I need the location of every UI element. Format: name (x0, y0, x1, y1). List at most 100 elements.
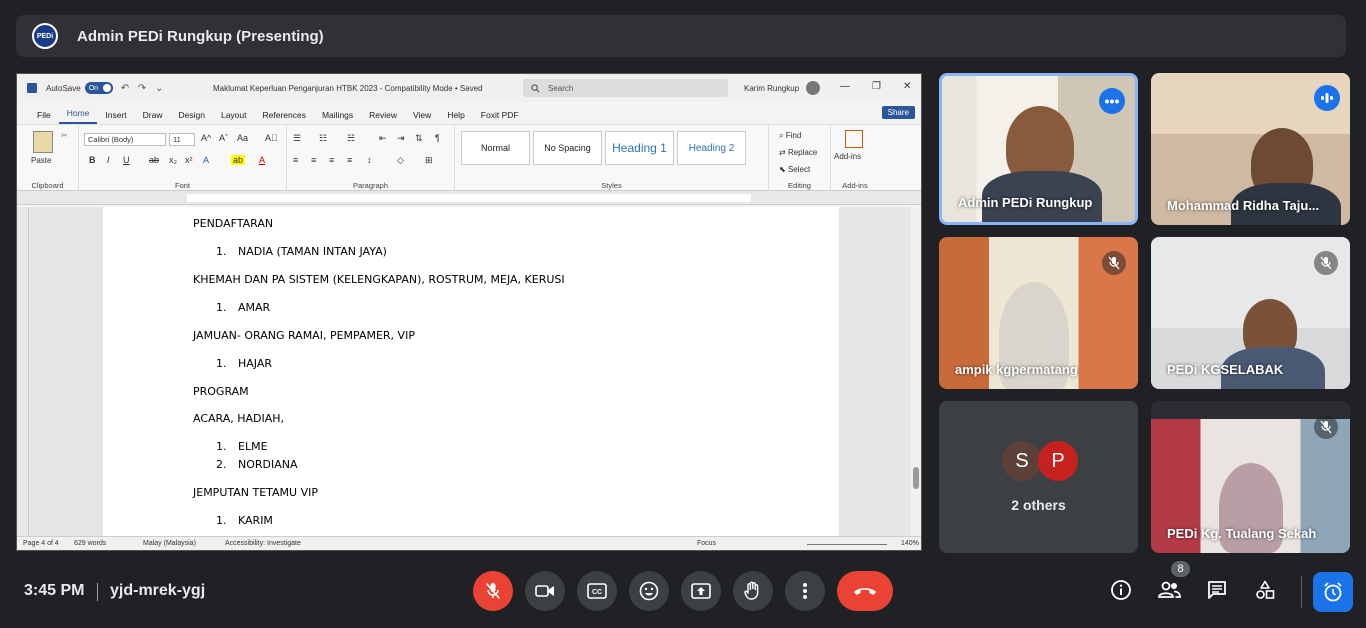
document-scrollbar[interactable] (911, 207, 921, 537)
paste-icon[interactable] (33, 131, 53, 153)
autosave-toggle[interactable]: On (84, 82, 113, 94)
present-screen-button[interactable] (681, 571, 721, 611)
change-case-icon[interactable]: Aa (237, 133, 248, 143)
increase-indent-icon[interactable]: ⇥ (397, 133, 405, 144)
justify-icon[interactable]: ≡ (347, 155, 352, 165)
word-search-box[interactable]: Search (523, 79, 728, 97)
more-options-button[interactable] (785, 571, 825, 611)
others-tile[interactable]: S P 2 others (939, 401, 1138, 553)
line-spacing-icon[interactable]: ↕ (367, 155, 372, 165)
tab-help[interactable]: Help (439, 110, 472, 124)
highlight-icon[interactable]: ab (231, 155, 246, 165)
presenting-title: Admin PEDi Rungkup (Presenting) (77, 27, 324, 45)
font-name-select[interactable]: Calibri (Body) (84, 133, 166, 146)
decrease-indent-icon[interactable]: ⇤ (379, 133, 387, 144)
tab-foxit-pdf[interactable]: Foxit PDF (473, 110, 527, 124)
participant-tile[interactable]: ampik kgpermatang (939, 237, 1138, 389)
tab-draw[interactable]: Draw (135, 110, 171, 124)
multilevel-list-icon[interactable]: ☵ (347, 133, 355, 144)
borders-icon[interactable]: ⊞ (425, 155, 433, 166)
font-size-select[interactable]: 11 (169, 133, 195, 146)
more-options-icon[interactable]: ••• (1099, 88, 1125, 114)
activities-button[interactable] (1249, 574, 1281, 606)
participant-tile[interactable]: Mohammad Ridha Taju... (1151, 73, 1350, 225)
strikethrough-icon[interactable]: ab (149, 155, 159, 165)
style-heading-2[interactable]: Heading 2 (677, 131, 746, 165)
select-button[interactable]: ⬉ Select (779, 165, 810, 174)
focus-mode-button[interactable]: Focus (697, 540, 716, 547)
subscript-icon[interactable]: x₂ (169, 155, 177, 165)
tab-references[interactable]: References (255, 110, 314, 124)
scrollbar-thumb[interactable] (913, 467, 919, 489)
document-page[interactable]: PENDAFTARAN 1. NADIA (TAMAN INTAN JAYA) K… (103, 207, 839, 537)
zoom-level[interactable]: 140% (901, 540, 919, 547)
tab-design[interactable]: Design (171, 110, 213, 124)
participant-tile[interactable]: ••• Admin PEDi Rungkup (939, 73, 1138, 225)
style-no-spacing[interactable]: No Spacing (533, 131, 602, 165)
tab-review[interactable]: Review (361, 110, 405, 124)
speaking-indicator-icon (1314, 85, 1340, 111)
page-count[interactable]: Page 4 of 4 (23, 540, 59, 547)
people-button[interactable] (1153, 574, 1185, 606)
style-normal[interactable]: Normal (461, 131, 530, 165)
mic-toggle-button[interactable] (473, 571, 513, 611)
word-count[interactable]: 629 words (74, 540, 106, 547)
italic-icon[interactable]: I (107, 155, 110, 165)
restore-icon[interactable]: ❐ (872, 81, 881, 92)
user-avatar[interactable] (806, 81, 820, 95)
replace-button[interactable]: ⇄ Replace (779, 148, 817, 157)
camera-toggle-button[interactable] (525, 571, 565, 611)
leave-call-button[interactable] (837, 571, 893, 611)
zoom-slider[interactable] (807, 544, 887, 545)
tab-view[interactable]: View (405, 110, 439, 124)
bullets-icon[interactable]: ☰ (293, 133, 301, 144)
tab-home[interactable]: Home (58, 108, 98, 124)
other-participant-avatar: P (1038, 441, 1078, 481)
minimize-icon[interactable]: — (840, 81, 850, 92)
language-status[interactable]: Malay (Malaysia) (143, 540, 196, 547)
addins-button-label[interactable]: Add-ins (834, 152, 861, 161)
superscript-icon[interactable]: x² (185, 155, 193, 165)
shrink-font-icon[interactable]: Aˇ (219, 133, 228, 143)
document-title: Maklumat Keperluan Penganjuran HTBK 2023… (213, 83, 483, 93)
numbering-icon[interactable]: ☷ (319, 133, 327, 144)
chat-button[interactable] (1201, 574, 1233, 606)
tab-file[interactable]: File (29, 110, 59, 124)
tab-mailings[interactable]: Mailings (314, 110, 361, 124)
shading-icon[interactable]: ◇ (397, 155, 404, 166)
sort-icon[interactable]: ⇅ (415, 133, 423, 144)
bold-icon[interactable]: B (89, 155, 96, 165)
underline-icon[interactable]: U (123, 155, 130, 165)
find-button[interactable]: ⌕ Find (779, 131, 801, 141)
tab-insert[interactable]: Insert (97, 110, 134, 124)
font-color-icon[interactable]: A (259, 155, 265, 165)
reactions-button[interactable] (629, 571, 669, 611)
doc-heading: PENDAFTARAN (193, 217, 274, 230)
addins-icon[interactable] (845, 130, 863, 148)
others-label: 2 others (1011, 497, 1066, 513)
text-effects-icon[interactable]: A (203, 155, 209, 165)
tab-layout[interactable]: Layout (213, 110, 255, 124)
align-center-icon[interactable]: ≡ (311, 155, 316, 165)
show-marks-icon[interactable]: ¶ (435, 133, 440, 143)
clear-format-icon[interactable]: A⃠ (265, 133, 278, 143)
participant-tile[interactable]: PEDi Kg. Tualang Sekah (1151, 401, 1350, 553)
clock: 3:45 PM (24, 582, 85, 599)
font-label: Font (174, 181, 190, 190)
accessibility-status[interactable]: Accessibility: Investigate (225, 540, 301, 547)
paragraph-group: ☰ ☷ ☵ ⇤ ⇥ ⇅ ¶ ≡ ≡ ≡ ≡ ↕ ◇ ⊞ Paragraph (287, 125, 455, 192)
host-controls-button[interactable] (1313, 572, 1353, 612)
cut-icon[interactable]: ✂ (61, 131, 68, 140)
grow-font-icon[interactable]: A^ (201, 133, 211, 143)
style-heading-1[interactable]: Heading 1 (605, 131, 674, 165)
participant-tile[interactable]: PEDi KGSELABAK (1151, 237, 1350, 389)
undo-redo-icons[interactable]: ↶ ↷ ⌄ (121, 83, 167, 94)
captions-button[interactable]: CC (577, 571, 617, 611)
align-left-icon[interactable]: ≡ (293, 155, 298, 165)
raise-hand-button[interactable] (733, 571, 773, 611)
paste-label[interactable]: Paste (31, 156, 51, 165)
meeting-details-button[interactable] (1105, 574, 1137, 606)
share-button[interactable]: Share (881, 106, 915, 119)
close-icon[interactable]: ✕ (903, 81, 911, 92)
align-right-icon[interactable]: ≡ (329, 155, 334, 165)
